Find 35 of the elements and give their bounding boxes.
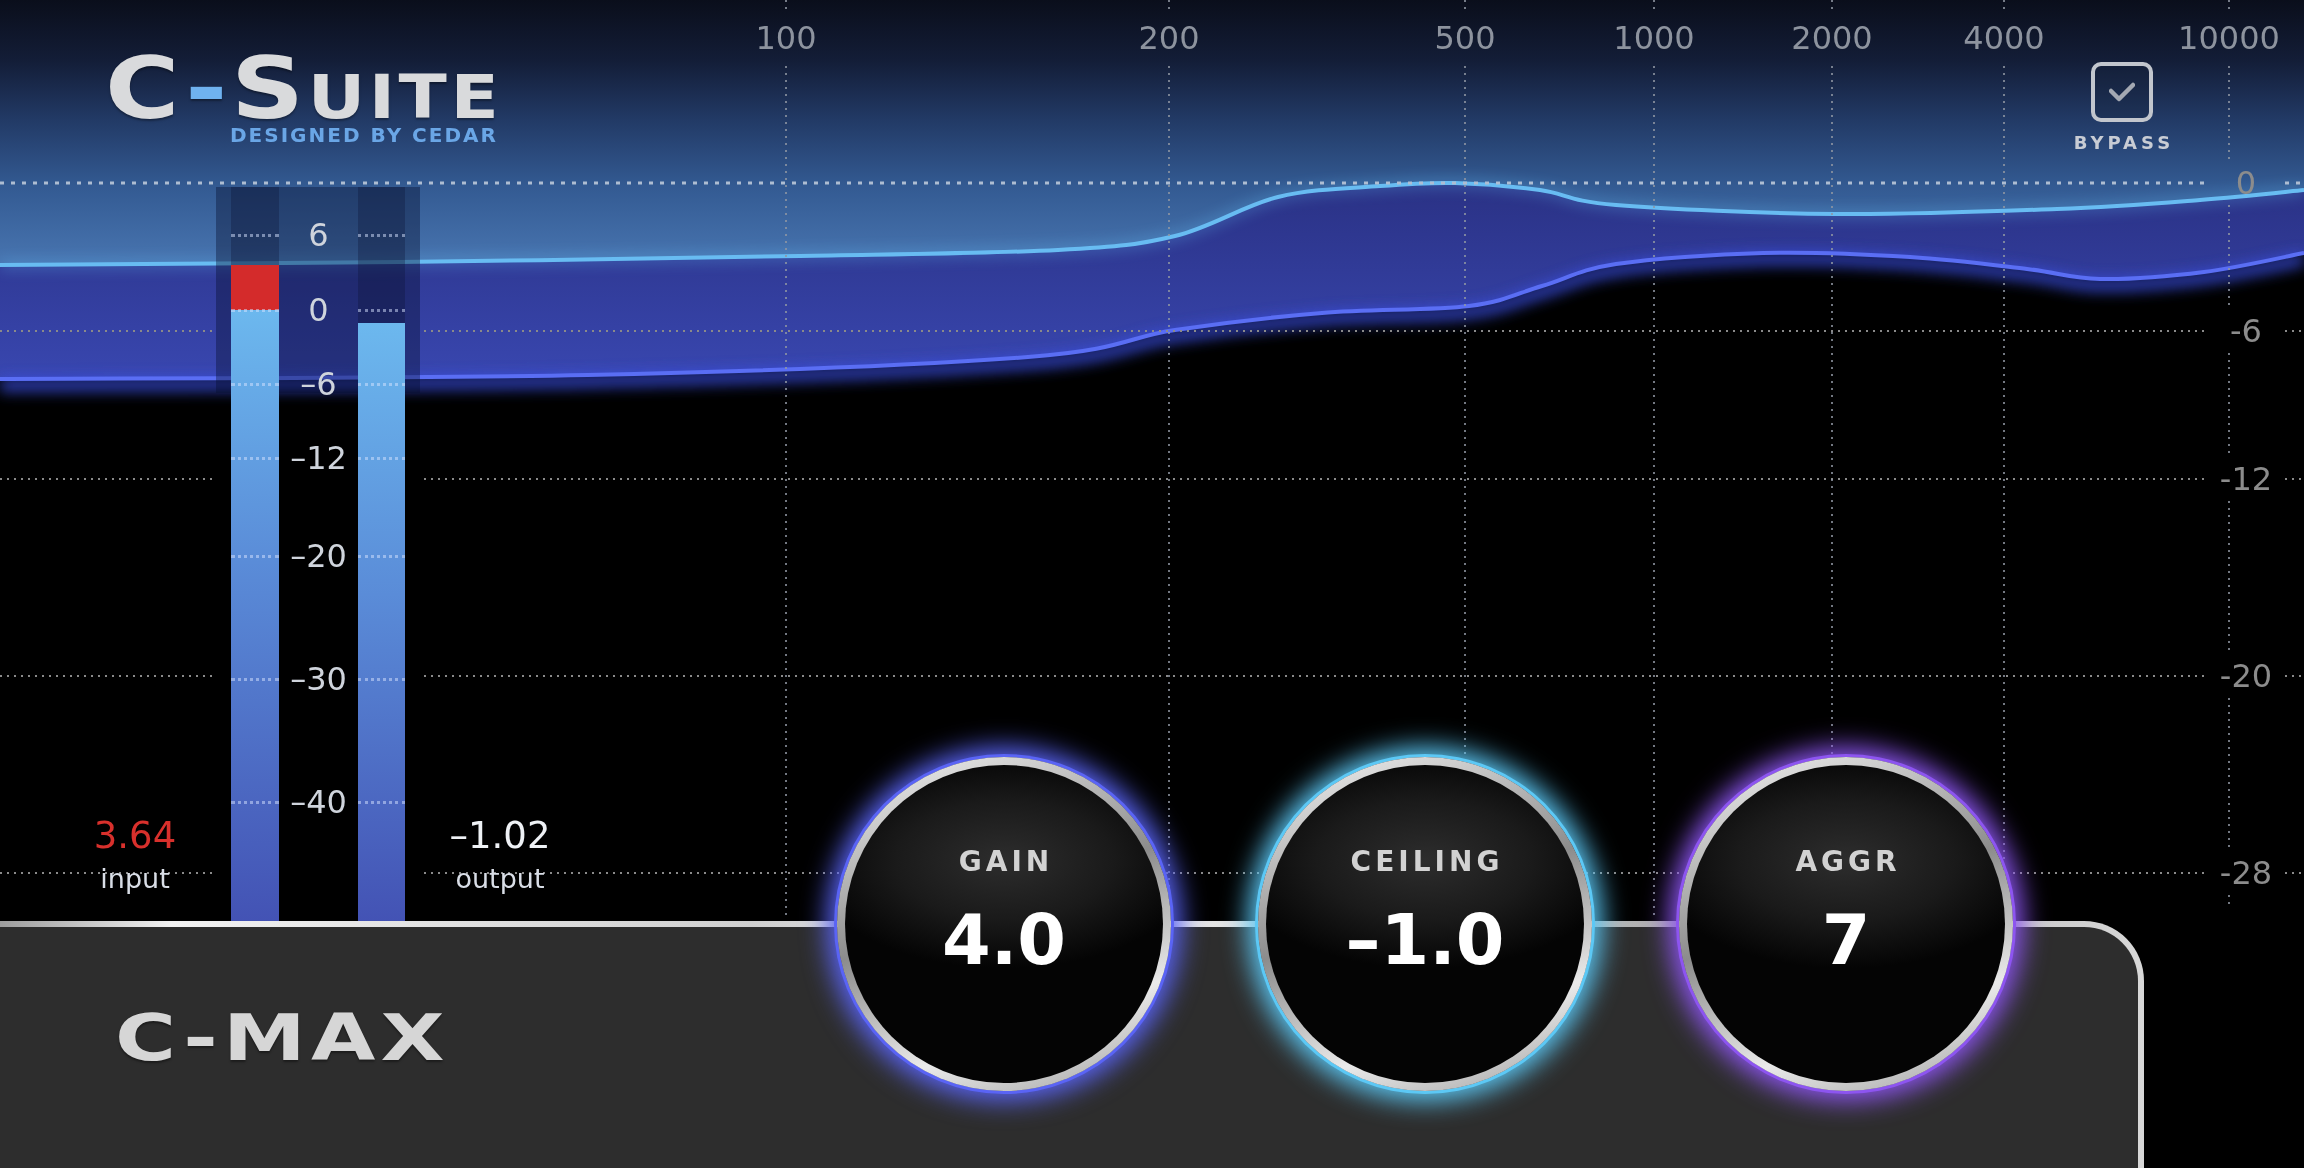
knob-label: AGGR xyxy=(1794,846,1901,878)
bypass-label: BYPASS xyxy=(2072,133,2175,153)
frequency-label: 500 xyxy=(1434,20,1496,56)
frequency-label: 100 xyxy=(755,20,817,56)
logo-tagline: DESIGNED BY CEDAR xyxy=(230,125,498,145)
knob-value: 7 xyxy=(1821,900,1871,980)
level-label: -6 xyxy=(2230,313,2262,349)
frequency-label: 200 xyxy=(1138,20,1200,56)
meter-scale-label: –30 xyxy=(289,661,348,697)
channel-label: output xyxy=(455,863,545,895)
knob-value: 4.0 xyxy=(942,900,1066,980)
knob-label: CEILING xyxy=(1349,846,1504,878)
level-reading: 3.64 xyxy=(93,815,177,857)
checkmark-icon xyxy=(2109,82,2135,102)
meter-scale-label: –20 xyxy=(289,538,348,574)
meter-scale-label: –6 xyxy=(299,366,338,402)
bypass-checkbox[interactable] xyxy=(2091,62,2153,122)
product-logo: C-MAX xyxy=(115,1003,450,1073)
knob-label: GAIN xyxy=(957,846,1054,878)
frequency-label: 2000 xyxy=(1791,20,1873,56)
meter-scale-label: 6 xyxy=(307,217,330,253)
meter-scale-label: –12 xyxy=(289,440,348,476)
level-label: -28 xyxy=(2219,855,2273,891)
channel-label: input xyxy=(100,863,170,895)
frequency-label: 10000 xyxy=(2178,20,2280,56)
frequency-label: 4000 xyxy=(1963,20,2045,56)
brand-logo: C-Suite xyxy=(105,52,503,124)
knob-value: –1.0 xyxy=(1345,900,1505,980)
frequency-label: 1000 xyxy=(1613,20,1695,56)
meter-scale-label: –40 xyxy=(289,784,348,820)
level-reading: –1.02 xyxy=(449,815,551,857)
meter-scale-label: 0 xyxy=(307,292,330,328)
level-label: -12 xyxy=(2219,461,2273,497)
level-label: 0 xyxy=(2235,165,2257,201)
level-label: -20 xyxy=(2219,658,2273,694)
